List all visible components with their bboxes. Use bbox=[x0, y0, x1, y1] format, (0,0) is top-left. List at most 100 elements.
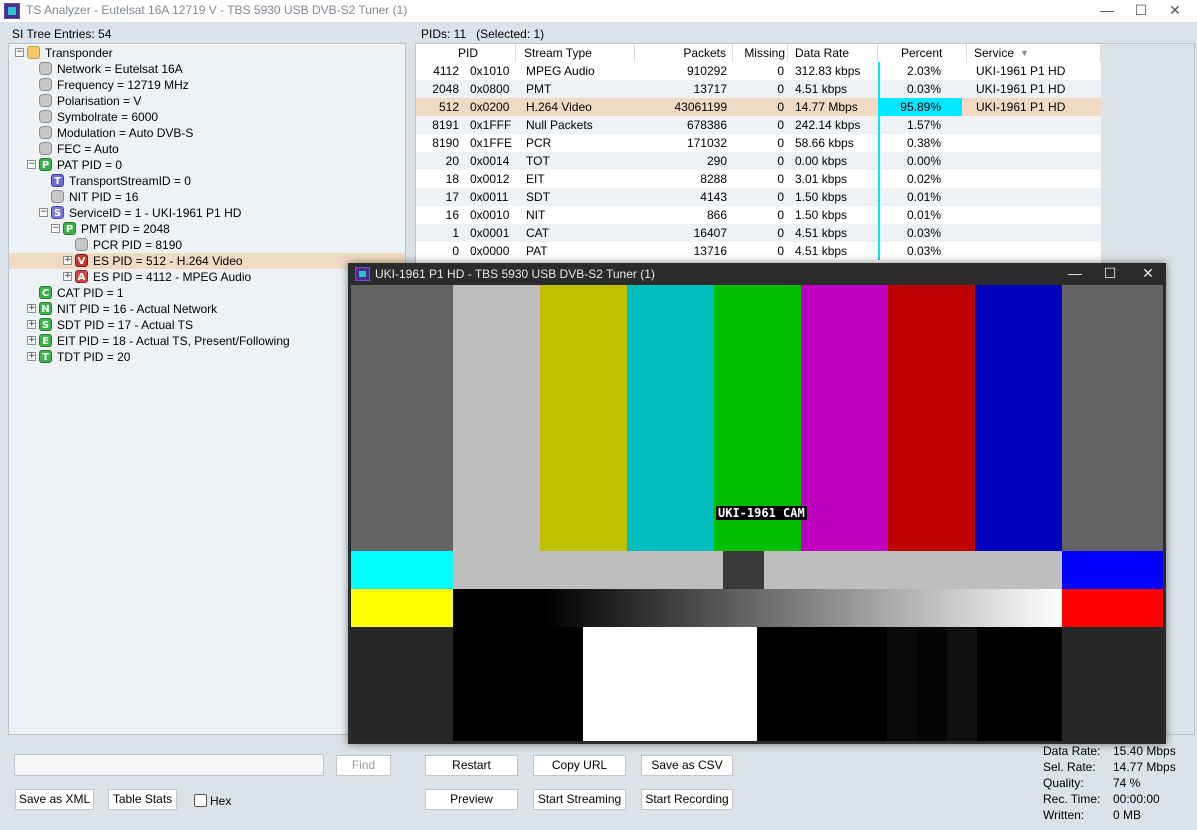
tree-modulation[interactable]: Modulation = Auto DVB-S bbox=[9, 125, 405, 141]
col-header-data-rate[interactable]: Data Rate bbox=[788, 44, 878, 62]
close-icon[interactable]: ✕ bbox=[1152, 0, 1197, 22]
cell-pid: 512 bbox=[438, 100, 459, 114]
table-row[interactable]: 2048 0x0800 PMT 13717 0 4.51 kbps 0.03% UKI-196… bbox=[416, 80, 1101, 98]
cell-pid: 4112 bbox=[433, 64, 459, 78]
video-maximize-icon[interactable]: ☐ bbox=[1091, 263, 1129, 285]
save-as-xml-button[interactable]: Save as XML bbox=[15, 789, 94, 810]
tree-node-label: ServiceID = 1 - UKI-1961 P1 HD bbox=[69, 206, 242, 220]
video-frame[interactable]: UKI-1961 CAM bbox=[351, 285, 1163, 741]
tree-node-label: NIT PID = 16 - Actual Network bbox=[57, 302, 218, 316]
table-row[interactable]: 8190 0x1FFE PCR 171032 0 58.66 kbps 0.38% bbox=[416, 134, 1101, 152]
cell-rate: 1.50 kbps bbox=[795, 190, 848, 204]
cell-pid: 18 bbox=[445, 172, 459, 186]
expand-icon[interactable]: + bbox=[63, 272, 72, 281]
col-header-percent-label: Percent bbox=[901, 46, 943, 60]
table-row[interactable]: 1 0x0001 CAT 16407 0 4.51 kbps 0.03% bbox=[416, 224, 1101, 242]
tree-eit[interactable]: + E EIT PID = 18 - Actual TS, Present/Foll… bbox=[9, 333, 405, 349]
cell-percent: 0.02% bbox=[906, 172, 941, 186]
cell-missing: 0 bbox=[777, 64, 784, 78]
cell-missing: 0 bbox=[777, 136, 784, 150]
cell-pid: 8190 bbox=[432, 136, 459, 150]
table-row[interactable]: 20 0x0014 TOT 290 0 0.00 kbps 0.00% bbox=[416, 152, 1101, 170]
expand-icon[interactable]: + bbox=[27, 304, 36, 313]
video-minimize-icon[interactable]: — bbox=[1056, 263, 1094, 285]
cell-rate: 1.50 kbps bbox=[795, 208, 848, 222]
cell-missing: 0 bbox=[777, 82, 784, 96]
copy-url-button[interactable]: Copy URL bbox=[533, 755, 626, 776]
tree-es-video[interactable]: + V ES PID = 512 - H.264 Video bbox=[9, 253, 405, 269]
video-title-bar[interactable]: UKI-1961 P1 HD - TBS 5930 USB DVB-S2 Tun… bbox=[348, 263, 1166, 285]
tree-frequency[interactable]: Frequency = 12719 MHz bbox=[9, 77, 405, 93]
tree-node-label: Transponder bbox=[45, 46, 113, 60]
col-header-service[interactable]: Service ▼ bbox=[967, 44, 1101, 62]
tree-pat[interactable]: − P PAT PID = 0 bbox=[9, 157, 405, 173]
tree-fec[interactable]: FEC = Auto bbox=[9, 141, 405, 157]
preview-button[interactable]: Preview bbox=[425, 789, 518, 810]
col-header-packets[interactable]: Packets bbox=[635, 44, 733, 62]
tree-pcr[interactable]: PCR PID = 8190 bbox=[9, 237, 405, 253]
col-header-data-rate-label: Data Rate bbox=[795, 46, 850, 60]
tree-tdt[interactable]: + T TDT PID = 20 bbox=[9, 349, 405, 365]
tree-node-label: Polarisation = V bbox=[57, 94, 142, 108]
tree-transponder[interactable]: − Transponder bbox=[9, 45, 405, 61]
collapse-icon[interactable]: − bbox=[51, 224, 60, 233]
cell-percent: 0.01% bbox=[906, 208, 941, 222]
tree-es-audio[interactable]: + A ES PID = 4112 - MPEG Audio bbox=[9, 269, 405, 285]
tree-network[interactable]: Network = Eutelsat 16A bbox=[9, 61, 405, 77]
table-row[interactable]: 0 0x0000 PAT 13716 0 4.51 kbps 0.03% bbox=[416, 242, 1101, 260]
tree-sdt[interactable]: + S SDT PID = 17 - Actual TS bbox=[9, 317, 405, 333]
video-close-icon[interactable]: ✕ bbox=[1129, 263, 1167, 285]
si-tree[interactable]: − Transponder Network = Eutelsat 16A Freque… bbox=[8, 43, 406, 735]
table-stats-button[interactable]: Table Stats bbox=[108, 789, 177, 810]
node-icon bbox=[39, 126, 52, 139]
tree-pmt[interactable]: − P PMT PID = 2048 bbox=[9, 221, 405, 237]
table-row[interactable]: 8191 0x1FFF Null Packets 678386 0 242.14 kbps… bbox=[416, 116, 1101, 134]
tree-nit[interactable]: + N NIT PID = 16 - Actual Network bbox=[9, 301, 405, 317]
expand-icon[interactable]: + bbox=[27, 320, 36, 329]
cell-packets: 4143 bbox=[700, 190, 727, 204]
table-row[interactable]: 4112 0x1010 MPEG Audio 910292 0 312.83 kbps 2.… bbox=[416, 62, 1101, 80]
cell-missing: 0 bbox=[777, 226, 784, 240]
color-bar-magenta bbox=[801, 285, 888, 551]
collapse-icon[interactable]: − bbox=[15, 48, 24, 57]
cell-percent: 0.01% bbox=[906, 190, 941, 204]
find-button[interactable]: Find bbox=[336, 755, 391, 776]
tree-cat[interactable]: C CAT PID = 1 bbox=[9, 285, 405, 301]
cell-service: UKI-1961 P1 HD bbox=[976, 64, 1066, 78]
col-header-percent[interactable]: Percent bbox=[878, 44, 967, 62]
color-bar-gray-left bbox=[351, 285, 453, 551]
save-as-csv-button[interactable]: Save as CSV bbox=[641, 755, 733, 776]
hex-checkbox[interactable] bbox=[194, 794, 207, 807]
tree-tsid[interactable]: T TransportStreamID = 0 bbox=[9, 173, 405, 189]
search-input[interactable] bbox=[14, 754, 324, 776]
col-header-stream-type[interactable]: Stream Type bbox=[516, 44, 635, 62]
collapse-icon[interactable]: − bbox=[27, 160, 36, 169]
table-row[interactable]: 17 0x0011 SDT 4143 0 1.50 kbps 0.01% bbox=[416, 188, 1101, 206]
expand-icon[interactable]: + bbox=[27, 352, 36, 361]
table-row[interactable]: 512 0x0200 H.264 Video 43061199 0 14.77 Mbps 9… bbox=[416, 98, 1101, 116]
col-header-missing[interactable]: Missing bbox=[733, 44, 788, 62]
tree-nit-pid[interactable]: NIT PID = 16 bbox=[9, 189, 405, 205]
pid-table[interactable]: PID Stream Type Packets Missing Data Rat… bbox=[416, 44, 1101, 266]
expand-icon[interactable]: + bbox=[27, 336, 36, 345]
tree-polarisation[interactable]: Polarisation = V bbox=[9, 93, 405, 109]
node-icon bbox=[39, 78, 52, 91]
stat-value: 0 MB bbox=[1113, 808, 1142, 822]
tree-symbolrate[interactable]: Symbolrate = 6000 bbox=[9, 109, 405, 125]
collapse-icon[interactable]: − bbox=[39, 208, 48, 217]
restart-button[interactable]: Restart bbox=[425, 755, 518, 776]
cell-percent: 0.03% bbox=[906, 82, 941, 96]
start-streaming-button[interactable]: Start Streaming bbox=[533, 789, 626, 810]
col-header-pid[interactable]: PID bbox=[416, 44, 516, 62]
tree-service[interactable]: − S ServiceID = 1 - UKI-1961 P1 HD bbox=[9, 205, 405, 221]
tree-node-label: TDT PID = 20 bbox=[57, 350, 131, 364]
start-recording-button[interactable]: Start Recording bbox=[641, 789, 733, 810]
table-row[interactable]: 18 0x0012 EIT 8288 0 3.01 kbps 0.02% bbox=[416, 170, 1101, 188]
cell-percent: 1.57% bbox=[906, 118, 941, 132]
node-v-icon: V bbox=[75, 254, 88, 267]
tree-node-label: Symbolrate = 6000 bbox=[57, 110, 159, 124]
expand-icon[interactable]: + bbox=[63, 256, 72, 265]
tree-node-label: ES PID = 4112 - MPEG Audio bbox=[93, 270, 252, 284]
video-window[interactable]: UKI-1961 P1 HD - TBS 5930 USB DVB-S2 Tun… bbox=[348, 263, 1166, 744]
table-row[interactable]: 16 0x0010 NIT 866 0 1.50 kbps 0.01% bbox=[416, 206, 1101, 224]
